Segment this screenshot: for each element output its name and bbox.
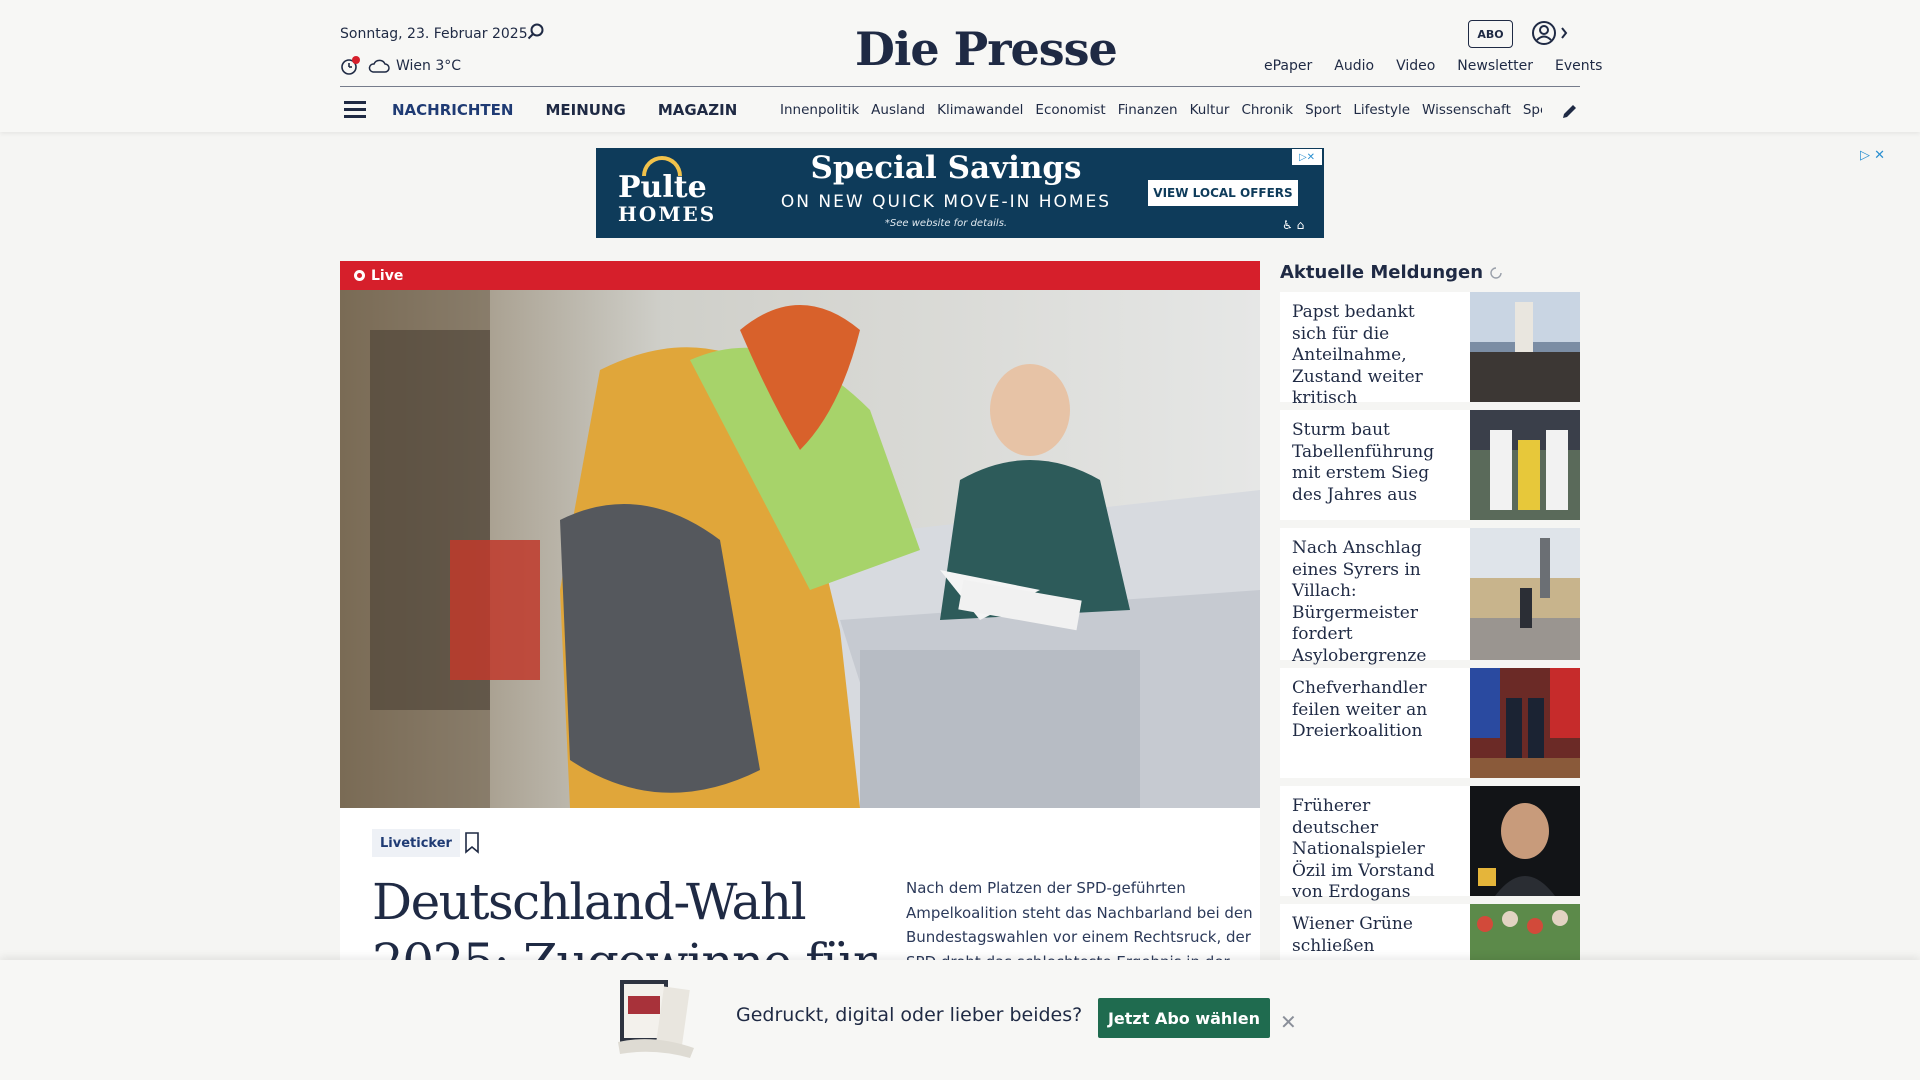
nav-magazin[interactable]: MAGAZIN [658,101,737,119]
header-divider [340,86,1580,87]
sidebar-item[interactable]: Nach Anschlag eines Syrers in Villach: B… [1280,528,1580,666]
ad-brand-bottom: HOMES [618,202,717,226]
sidebar-item[interactable]: Wiener Grüne schließen [1280,904,1580,960]
sidebar-item-title: Sturm baut Tabellenführung mit erstem Si… [1292,420,1435,505]
nav-meinung[interactable]: MEINUNG [545,101,625,119]
refresh-icon [1490,266,1502,279]
live-bar[interactable]: Live [340,261,1260,290]
link-events[interactable]: Events [1555,58,1602,74]
ad-choices-icon[interactable]: ▷✕ [1292,149,1322,165]
cloud-icon [368,59,390,73]
weather-widget[interactable]: Wien 3°C [340,56,461,76]
live-label: Live [371,267,404,284]
search-icon[interactable] [526,22,546,42]
sidebar-item-thumbnail [1470,410,1580,520]
subnav-economist[interactable]: Economist [1035,102,1105,118]
subscribe-button[interactable]: Jetzt Abo wählen [1098,998,1270,1038]
sidebar-item-thumbnail [1470,668,1580,778]
ad-cta-button[interactable]: VIEW LOCAL OFFERS [1148,180,1298,206]
sidebar-item-title: Nach Anschlag eines Syrers in Villach: B… [1292,538,1427,666]
main-nav: NACHRICHTEN MEINUNG MAGAZIN [392,101,737,119]
sidebar-item-title: Papst bedankt sich für die Anteilnahme, … [1292,302,1423,408]
nav-nachrichten[interactable]: NACHRICHTEN [392,101,513,119]
subnav-wissenschaft[interactable]: Wissenschaft [1422,102,1511,118]
sub-nav: Innenpolitik Ausland Klimawandel Economi… [780,102,1542,118]
ad-subtitle: ON NEW QUICK MOVE-IN HOMES [780,192,1112,212]
pencil-icon[interactable] [1560,101,1580,121]
link-epaper[interactable]: ePaper [1264,58,1312,74]
close-icon[interactable]: ✕ [1280,1010,1297,1034]
user-icon [1532,21,1568,45]
sidebar-item-title: Wiener Grüne schließen [1292,914,1413,956]
site-logo[interactable]: Die Presse [855,22,1118,76]
subnav-sport[interactable]: Sport [1305,102,1341,118]
subnav-finanzen[interactable]: Finanzen [1118,102,1178,118]
link-newsletter[interactable]: Newsletter [1457,58,1533,74]
subnav-innenpolitik[interactable]: Innenpolitik [780,102,859,118]
ad-title: Special Savings [810,150,1082,186]
sidebar-item[interactable]: Papst bedankt sich für die Anteilnahme, … [1280,292,1580,408]
newspaper-illustration [618,980,694,1058]
sidebar-item-title: Chefverhandler feilen weiter an Dreierko… [1292,678,1428,741]
ad-brand-logo: Pulte HOMES [618,164,717,228]
sidebar-item-thumbnail [1470,528,1580,660]
weather-label: Wien 3°C [396,58,462,74]
sidebar-item[interactable]: Sturm baut Tabellenführung mit erstem Si… [1280,410,1580,520]
subnav-lifestyle[interactable]: Lifestyle [1353,102,1410,118]
subnav-chronik[interactable]: Chronik [1241,102,1293,118]
banner-text: Gedruckt, digital oder lieber beides? [736,1004,1083,1026]
ad-note: *See website for details. [884,218,1008,229]
advertisement-banner[interactable]: Pulte HOMES Special Savings ON NEW QUICK… [596,148,1324,238]
sidebar-title: Aktuelle Meldungen [1280,262,1503,283]
hero-image[interactable] [340,290,1260,808]
subnav-ausland[interactable]: Ausland [871,102,925,118]
sidebar-title-label: Aktuelle Meldungen [1280,262,1484,283]
accessibility-icon: ♿ ⌂ [1282,218,1305,232]
sidebar-item[interactable]: Früherer deutscher Nationalspieler Özil … [1280,786,1580,924]
sidebar-item-thumbnail [1470,786,1580,896]
sidebar-item[interactable]: Chefverhandler feilen weiter an Dreierko… [1280,668,1580,778]
account-menu[interactable] [1530,19,1570,49]
subnav-spectrum[interactable]: Spectrum [1523,102,1542,118]
link-audio[interactable]: Audio [1334,58,1374,74]
top-links: ePaper Audio Video Newsletter Events [1264,58,1602,74]
live-dot-icon [354,270,365,281]
menu-icon[interactable] [344,101,368,119]
sidebar-item-thumbnail [1470,292,1580,402]
subnav-klimawandel[interactable]: Klimawandel [937,102,1023,118]
subnav-kultur[interactable]: Kultur [1190,102,1230,118]
abo-button[interactable]: ABO [1468,20,1513,48]
adchoices-close-icon[interactable]: ▷ ✕ [1860,148,1885,163]
bookmark-icon[interactable] [462,831,482,855]
liveticker-tag[interactable]: Liveticker [372,829,460,857]
current-date: Sonntag, 23. Februar 2025 [340,26,528,42]
sidebar-item-thumbnail [1470,904,1580,960]
clock-icon [341,56,360,75]
link-video[interactable]: Video [1396,58,1435,74]
ad-brand-top: Pulte [618,170,707,205]
